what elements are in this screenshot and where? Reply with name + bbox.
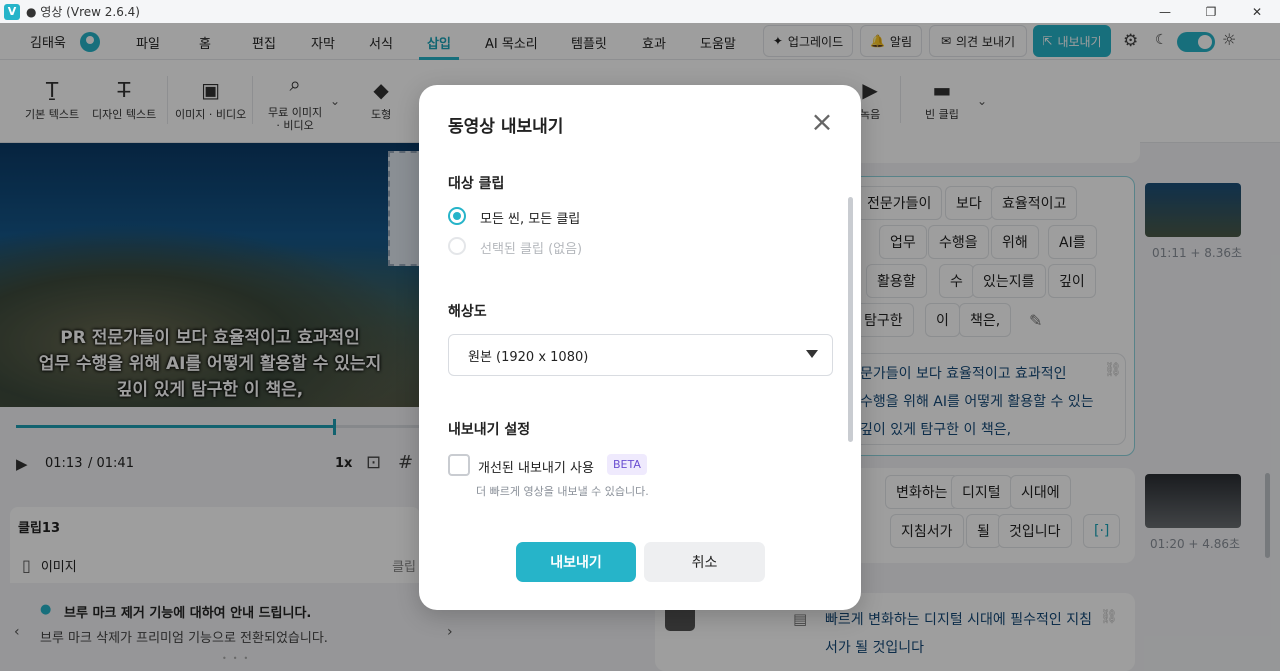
close-window-icon[interactable]: ✕ — [1234, 0, 1280, 23]
cancel-button[interactable]: 취소 — [644, 542, 765, 582]
minimize-icon[interactable]: — — [1142, 0, 1188, 23]
title-bar: V ● 영상 (Vrew 2.6.4) — ❐ ✕ — [0, 0, 1280, 23]
radio-all-clips-label[interactable]: 모든 씬, 모든 클립 — [480, 208, 580, 227]
window-title: ● 영상 (Vrew 2.6.4) — [26, 5, 140, 19]
resolution-value: 원본 (1920 x 1080) — [468, 349, 589, 365]
target-clip-heading: 대상 클립 — [448, 176, 505, 192]
close-icon[interactable]: × — [809, 108, 835, 136]
resolution-heading: 해상도 — [448, 304, 487, 320]
dialog-title: 동영상 내보내기 — [448, 117, 564, 137]
beta-badge: BETA — [607, 454, 647, 475]
dropdown-caret-icon — [806, 350, 818, 358]
vrew-logo-icon: V — [4, 3, 20, 20]
export-settings-heading: 내보내기 설정 — [448, 422, 531, 438]
maximize-icon[interactable]: ❐ — [1188, 0, 1234, 23]
improved-export-checkbox[interactable] — [448, 454, 470, 476]
dialog-scrollbar[interactable] — [848, 197, 853, 442]
confirm-export-button[interactable]: 내보내기 — [516, 542, 636, 582]
helper-text: 더 빠르게 영상을 내보낼 수 있습니다. — [476, 485, 649, 498]
radio-selected-clips — [448, 237, 466, 255]
resolution-select[interactable]: 원본 (1920 x 1080) — [448, 334, 833, 376]
improved-export-label[interactable]: 개선된 내보내기 사용 — [478, 457, 594, 476]
radio-selected-clips-label: 선택된 클립 (없음) — [480, 242, 583, 257]
radio-all-clips[interactable] — [448, 207, 466, 225]
export-video-dialog: 동영상 내보내기 × 대상 클립 모든 씬, 모든 클립 선택된 클립 (없음)… — [419, 85, 861, 610]
